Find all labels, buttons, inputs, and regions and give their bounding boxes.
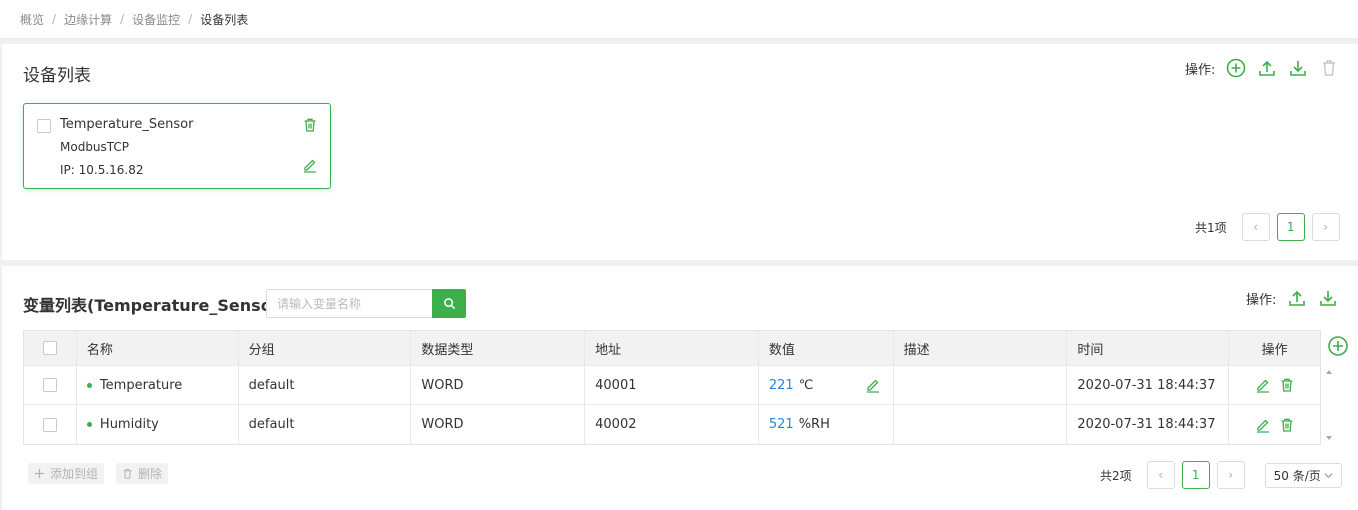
variable-group: default (239, 405, 412, 444)
page-size-select[interactable]: 50 条/页 (1264, 462, 1342, 488)
column-header-type: 数据类型 (411, 331, 586, 365)
column-header-name: 名称 (77, 331, 239, 365)
page-number-button[interactable]: 1 (1276, 213, 1305, 241)
variable-value[interactable]: 521 (769, 417, 794, 432)
device-list-panel: 设备列表 操作: Temperature_Sensor ModbusTCP IP… (2, 44, 1358, 260)
variable-pagination: 共2项 ‹ 1 › 50 条/页 (1100, 461, 1342, 489)
device-total-count: 共1项 (1195, 220, 1227, 235)
search-button[interactable] (432, 289, 466, 318)
breadcrumb-separator: / (188, 12, 193, 26)
breadcrumb: 概览 / 边缘计算 / 设备监控 / 设备列表 (0, 0, 1358, 38)
row-checkbox[interactable] (42, 378, 57, 392)
variable-unit: ℃ (798, 377, 814, 393)
edit-icon[interactable] (1255, 377, 1271, 393)
download-icon[interactable] (1288, 58, 1308, 78)
next-page-button[interactable]: › (1216, 461, 1245, 489)
chevron-down-icon (1324, 472, 1333, 478)
edit-icon[interactable] (302, 157, 318, 173)
variable-address: 40001 (585, 366, 759, 404)
variable-address: 40002 (585, 405, 759, 444)
upload-icon[interactable] (1287, 288, 1307, 308)
delete-label: 删除 (138, 467, 163, 481)
next-page-button[interactable]: › (1311, 213, 1340, 241)
prev-page-button[interactable]: ‹ (1241, 213, 1270, 241)
column-header-value: 数值 (759, 331, 894, 365)
table-scrollbar[interactable] (1323, 365, 1335, 445)
delete-button[interactable]: 删除 (116, 463, 169, 484)
table-row: Temperature default WORD 40001 221 ℃ 202… (24, 366, 1320, 405)
device-ops-toolbar: 操作: (1185, 58, 1339, 78)
device-ops-label: 操作: (1185, 62, 1216, 78)
column-header-description: 描述 (894, 331, 1068, 365)
trash-icon[interactable] (1319, 58, 1339, 78)
variable-type: WORD (411, 366, 586, 404)
table-row: Humidity default WORD 40002 521 %RH 2020… (24, 405, 1320, 444)
variable-name: Temperature (99, 377, 183, 393)
edit-icon[interactable] (865, 377, 881, 393)
plus-icon (34, 468, 45, 479)
variable-ops-label: 操作: (1246, 292, 1277, 308)
device-name: Temperature_Sensor (60, 117, 194, 132)
trash-icon[interactable] (302, 117, 318, 133)
device-protocol: ModbusTCP (60, 140, 130, 154)
status-dot-icon (86, 382, 92, 388)
column-header-time: 时间 (1067, 331, 1230, 365)
variable-search-input[interactable] (266, 289, 432, 318)
page-size-value: 50 条/页 (1273, 468, 1321, 483)
column-header-actions: 操作 (1261, 342, 1288, 358)
breadcrumb-item-edge-computing[interactable]: 边缘计算 (64, 11, 112, 28)
variable-time: 2020-07-31 18:44:37 (1067, 366, 1230, 404)
breadcrumb-item-overview[interactable]: 概览 (20, 11, 44, 28)
device-checkbox[interactable] (37, 119, 51, 133)
upload-icon[interactable] (1257, 58, 1277, 78)
variable-total-count: 共2项 (1100, 468, 1132, 483)
select-all-checkbox[interactable] (42, 341, 57, 355)
variable-description (894, 405, 1068, 444)
trash-icon (122, 468, 133, 479)
variable-ops-toolbar: 操作: (1246, 288, 1338, 308)
variable-list-panel: 变量列表(Temperature_Sensor) 操作: 名称 分组 数据类型 … (2, 266, 1358, 510)
variable-unit: %RH (798, 417, 830, 432)
variable-time: 2020-07-31 18:44:37 (1067, 405, 1230, 444)
column-header-address: 地址 (585, 331, 759, 365)
add-to-group-button[interactable]: 添加到组 (28, 463, 105, 484)
device-list-title: 设备列表 (23, 66, 91, 86)
add-to-group-label: 添加到组 (50, 467, 99, 481)
row-checkbox[interactable] (42, 417, 57, 432)
variable-list-title: 变量列表(Temperature_Sensor) (23, 296, 287, 315)
breadcrumb-item-device-monitoring[interactable]: 设备监控 (132, 11, 180, 28)
add-variable-icon[interactable] (1327, 335, 1349, 357)
variable-type: WORD (411, 405, 586, 444)
trash-icon[interactable] (1279, 417, 1295, 433)
edit-icon[interactable] (1255, 417, 1271, 433)
device-pagination: 共1项 ‹ 1 › (1195, 213, 1340, 241)
column-header-group: 分组 (239, 331, 412, 365)
add-circle-icon[interactable] (1226, 58, 1246, 78)
download-icon[interactable] (1318, 288, 1338, 308)
variable-table: 名称 分组 数据类型 地址 数值 描述 时间 操作 Temperature de… (23, 330, 1321, 445)
status-dot-icon (86, 422, 92, 427)
variable-search (266, 289, 466, 318)
device-card[interactable]: Temperature_Sensor ModbusTCP IP: 10.5.16… (23, 103, 331, 189)
variable-name: Humidity (99, 417, 159, 432)
variable-group: default (239, 366, 412, 404)
variable-description (894, 366, 1068, 404)
breadcrumb-separator: / (120, 12, 125, 26)
breadcrumb-separator: / (52, 12, 57, 26)
search-icon (443, 298, 455, 310)
variable-value[interactable]: 221 (769, 378, 794, 393)
table-header-row: 名称 分组 数据类型 地址 数值 描述 时间 操作 (24, 331, 1320, 366)
page-number-button[interactable]: 1 (1181, 461, 1210, 489)
prev-page-button[interactable]: ‹ (1146, 461, 1175, 489)
device-ip: IP: 10.5.16.82 (60, 163, 144, 177)
breadcrumb-current: 设备列表 (200, 12, 249, 27)
trash-icon[interactable] (1279, 377, 1295, 393)
